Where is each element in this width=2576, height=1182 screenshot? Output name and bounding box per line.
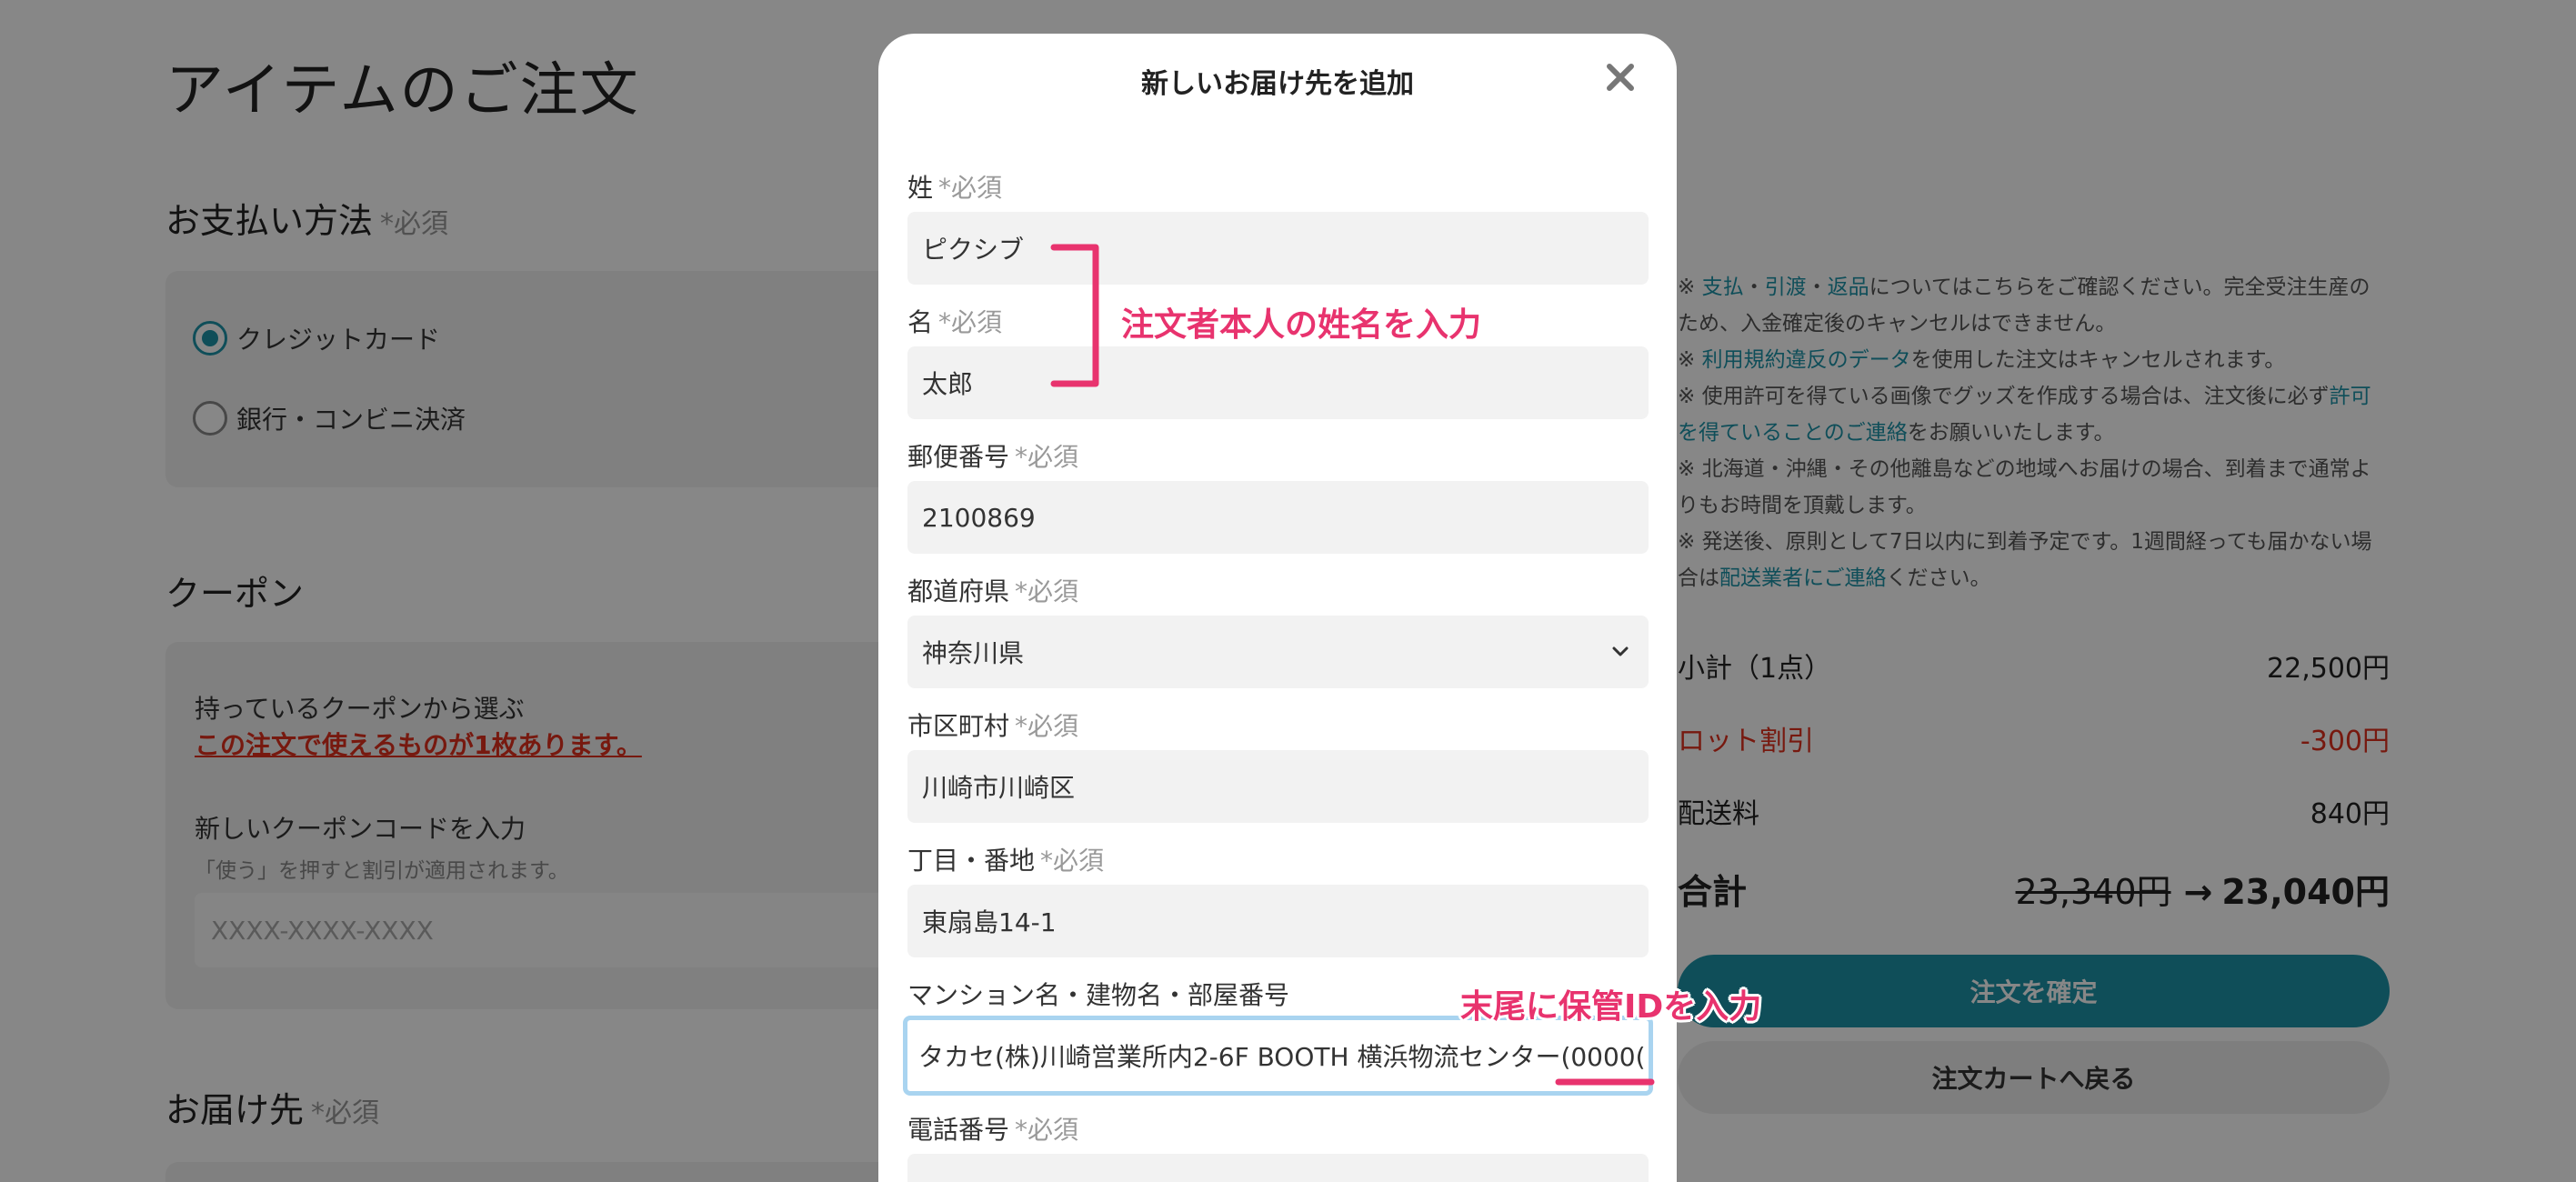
street-input[interactable]: 東扇島14-1 xyxy=(907,885,1649,957)
chevron-down-icon xyxy=(1612,646,1629,656)
city-label: 市区町村 *必須 xyxy=(907,706,1078,743)
phone-label: 電話番号 *必須 xyxy=(907,1110,1078,1147)
last-name-input[interactable]: ピクシブ xyxy=(907,212,1649,285)
label-text: 名 xyxy=(907,307,934,337)
modal-title: 新しいお届け先を追加 xyxy=(1141,68,1414,100)
label-text: 市区町村 xyxy=(907,711,1010,741)
required-mark: *必須 xyxy=(938,307,1003,337)
required-mark: *必須 xyxy=(1015,1115,1079,1145)
last-name-label: 姓 *必須 xyxy=(907,168,1002,205)
required-mark: *必須 xyxy=(1015,576,1079,606)
label-text: 姓 xyxy=(907,173,934,203)
required-mark: *必須 xyxy=(938,173,1003,203)
prefecture-value: 神奈川県 xyxy=(922,638,1025,668)
name-annotation-text: 注文者本人の姓名を入力 xyxy=(1121,306,1482,344)
city-input[interactable]: 川崎市川崎区 xyxy=(907,750,1649,823)
postal-code-label: 郵便番号 *必須 xyxy=(907,437,1078,474)
building-label: マンション名・建物名・部屋番号 xyxy=(907,980,1290,1010)
close-icon[interactable] xyxy=(1602,59,1639,95)
phone-input[interactable] xyxy=(907,1154,1649,1182)
prefecture-select[interactable]: 神奈川県 xyxy=(907,616,1649,688)
label-text: 都道府県 xyxy=(907,576,1010,606)
name-bracket-annotation xyxy=(1050,244,1099,387)
required-mark: *必須 xyxy=(1040,846,1105,876)
street-label: 丁目・番地 *必須 xyxy=(907,841,1104,877)
prefecture-label: 都道府県 *必須 xyxy=(907,572,1078,608)
label-text: 電話番号 xyxy=(907,1115,1010,1145)
postal-code-input[interactable]: 2100869 xyxy=(907,481,1649,554)
first-name-label: 名 *必須 xyxy=(907,303,1002,339)
id-underline-annotation xyxy=(1555,1078,1655,1086)
required-mark: *必須 xyxy=(1015,711,1079,741)
building-input[interactable]: タカセ(株)川崎営業所内2-6F BOOTH 横浜物流センター(0000( xyxy=(903,1016,1653,1096)
id-annotation-text: 末尾に保管IDを入力 xyxy=(1460,988,1762,1026)
label-text: 丁目・番地 xyxy=(907,846,1036,876)
required-mark: *必須 xyxy=(1015,442,1079,472)
label-text: 郵便番号 xyxy=(907,442,1010,472)
first-name-input[interactable]: 太郎 xyxy=(907,346,1649,419)
